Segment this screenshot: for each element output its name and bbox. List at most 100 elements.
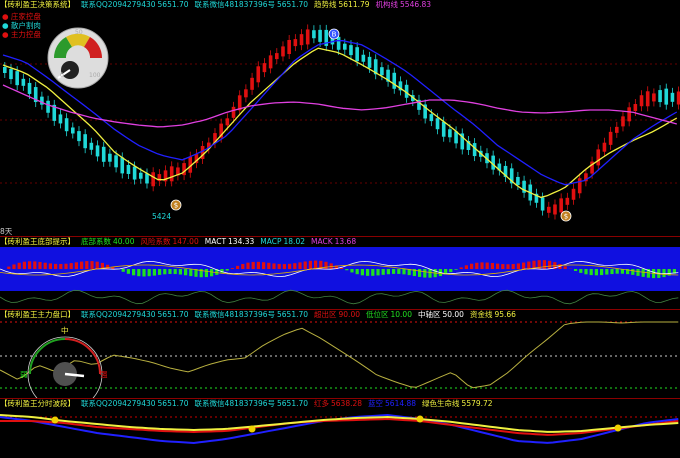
badge-text: B: [332, 31, 337, 39]
candle-body: [231, 106, 236, 118]
macd-bar: [459, 267, 463, 269]
main-candlestick-panel[interactable]: B $ $ 【砖利盈王决策系统】 联系QQ2094279430 5651.70 联系微信4…: [0, 0, 680, 236]
indicator-text: 5546.83: [400, 0, 432, 9]
candlestick-chart[interactable]: B $ $: [0, 0, 680, 236]
candle-body: [101, 146, 106, 162]
candle-body: [71, 127, 75, 134]
macd-bar: [584, 269, 588, 275]
candle-body: [151, 172, 155, 187]
indicator-text: 18.02: [283, 237, 305, 246]
indicator-text: 147.00: [172, 237, 199, 246]
candle-body: [540, 197, 545, 211]
macd-bar: [17, 262, 21, 269]
main-panel-header: 【砖利盈王决策系统】 联系QQ2094279430 5651.70 联系微信48183…: [0, 0, 443, 10]
macd-bar: [631, 269, 635, 275]
indicator-text: 13.68: [334, 237, 357, 246]
candle-body: [627, 107, 631, 122]
main-force-panel[interactable]: 【砖利盈王主力盘口】 联系QQ2094279430 5651.70 联系微信48183…: [0, 310, 680, 398]
macd-bar: [470, 263, 474, 269]
macd-bar: [152, 269, 156, 276]
macd-bar: [589, 269, 593, 276]
macd-bar: [303, 261, 307, 269]
candle-body: [293, 39, 298, 47]
candle-body: [349, 45, 353, 56]
intraday-band-panel[interactable]: 【砖利盈王分时波段】 联系QQ2094279430 5651.70 联系微信48183…: [0, 399, 680, 458]
candle-body: [27, 82, 32, 94]
intraday-band-header: 【砖利盈王分时波段】 联系QQ2094279430 5651.70 联系微信48183…: [0, 399, 505, 409]
indicator-text: 低位区: [366, 310, 389, 319]
macd-bar: [298, 262, 302, 269]
macd-bar: [69, 263, 73, 269]
bottom-hint-panel[interactable]: 【砖利盈王底部提示】 底部系数 40.00 风险系数 147.00 MACT 134.33 M…: [0, 237, 680, 309]
macd-bar: [277, 263, 281, 269]
macd-bar: [132, 269, 136, 276]
macd-bar: [168, 269, 172, 274]
macd-bar: [610, 269, 614, 275]
indicator-text: 90.00: [338, 310, 360, 319]
macd-bar: [241, 263, 245, 269]
macd-bar: [210, 269, 214, 277]
indicator-text: 5614.88: [385, 399, 417, 408]
bottom-hint-chart[interactable]: [0, 237, 680, 309]
macd-bar: [225, 269, 229, 271]
macd-bar: [137, 269, 141, 277]
macd-bar: [376, 269, 380, 276]
macd-bar: [402, 269, 406, 275]
indicator-text: 40.00: [113, 237, 135, 246]
macd-bar: [397, 269, 401, 274]
macd-bar: [428, 269, 432, 278]
candle-body: [652, 93, 656, 102]
candle-body: [225, 118, 230, 126]
candle-body: [256, 66, 261, 83]
macd-bar: [184, 269, 188, 276]
macd-bar: [64, 263, 68, 269]
indicator-text: 95.66: [494, 310, 516, 319]
indicator-text: 绿色生命线: [422, 399, 460, 408]
candle-body: [244, 89, 248, 98]
volume-wave: [0, 289, 679, 305]
indicator-text: 趋势线: [314, 0, 337, 9]
macd-bar: [204, 269, 208, 278]
main-force-header: 【砖利盈王主力盘口】 联系QQ2094279430 5651.70 联系微信48183…: [0, 310, 528, 320]
indicator-text: 联系微信481837396号: [194, 310, 275, 319]
candle-body: [380, 67, 384, 76]
macd-bar: [506, 264, 510, 269]
macd-bar: [74, 262, 78, 269]
macd-bar: [262, 262, 266, 269]
candle-body: [46, 100, 50, 113]
macd-bar: [7, 266, 11, 269]
macd-bar: [251, 261, 255, 269]
macd-bar: [59, 263, 63, 269]
candle-body: [299, 34, 304, 46]
candle-body: [95, 145, 100, 157]
candle-body: [361, 54, 366, 62]
candle-body: [9, 69, 13, 80]
main-force-title: 【砖利盈王主力盘口】: [0, 310, 75, 319]
macd-bar: [121, 269, 125, 272]
low-price-label: 5424: [152, 212, 172, 221]
macd-bar: [246, 262, 250, 269]
gauge-weak-text: 弱: [20, 370, 28, 379]
macd-bar: [272, 263, 276, 269]
macd-bar: [423, 269, 427, 278]
sentiment-gauge: [47, 27, 109, 89]
macd-bar: [522, 262, 526, 269]
candle-body: [664, 88, 669, 105]
gauge-mid-text: 中: [61, 326, 69, 335]
indicator-text: MACK: [311, 237, 333, 246]
macd-bar: [147, 269, 151, 277]
macd-bar: [95, 261, 99, 269]
indicator-text: MACT: [204, 237, 227, 246]
candle-body: [108, 153, 112, 162]
candle-body: [83, 134, 87, 149]
macd-bar: [490, 263, 494, 269]
candle-body: [312, 30, 316, 39]
candle-body: [114, 155, 118, 168]
macd-bar: [516, 263, 520, 269]
macd-bar: [454, 269, 458, 270]
macd-bar: [189, 269, 193, 277]
gauge-min-label: 0: [60, 72, 64, 79]
macd-bar: [163, 269, 167, 275]
main-force-chart[interactable]: [0, 310, 680, 398]
macd-bar: [267, 262, 271, 269]
